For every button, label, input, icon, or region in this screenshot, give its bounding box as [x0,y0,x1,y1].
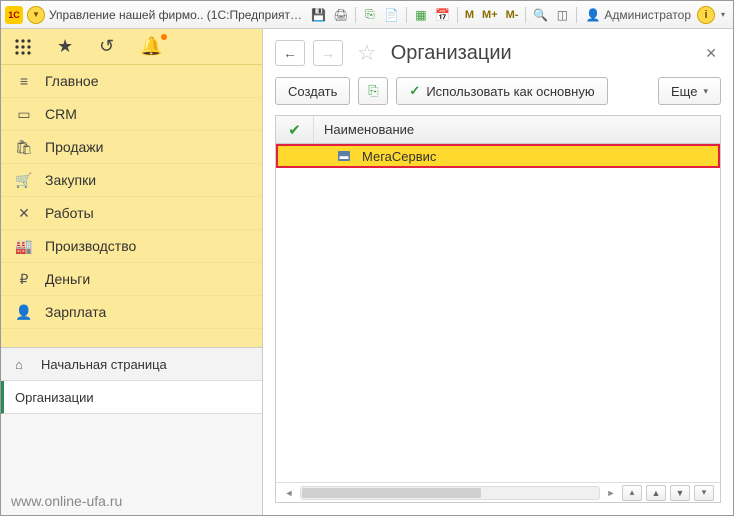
user-menu[interactable]: 👤 Администратор [581,8,695,22]
cart-icon: 🛒 [15,171,33,189]
sidebar-nav: ≡Главное ▭CRM 🛍Продажи 🛒Закупки ✕Работы … [1,65,262,329]
sidebar-item-salary[interactable]: 👤 Зарплата [1,296,262,329]
column-header-name[interactable]: Наименование [314,122,720,137]
copy-button[interactable]: ⎘ [358,77,388,105]
ruble-icon: ₽ [15,270,33,288]
scroll-left-icon[interactable]: ◄ [282,486,296,500]
scroll-right-icon[interactable]: ► [604,486,618,500]
tab-label: Организации [15,390,94,405]
sidebar-item-sales[interactable]: 🛍 Продажи [1,131,262,164]
favorite-star-icon[interactable]: ☆ [357,40,377,66]
tab-organizations[interactable]: Организации [1,381,262,414]
nav-forward-button[interactable]: → [313,40,343,66]
sidebar-item-label: Зарплата [45,304,106,320]
history-icon[interactable]: ↺ [99,36,114,57]
m-plus-button[interactable]: M+ [479,9,501,21]
list-icon: ≡ [15,72,33,90]
column-header-check[interactable]: ✔ [276,116,314,143]
person-icon: 👤 [15,303,33,321]
check-icon: ✓ [409,83,420,99]
page-title: Организации [391,42,512,65]
sidebar-item-purchases[interactable]: 🛒 Закупки [1,164,262,197]
nav-back-button[interactable]: ← [275,40,305,66]
calc-icon[interactable]: ▦ [411,5,431,25]
page-last-button[interactable]: ▾ [694,485,714,501]
m-minus-button[interactable]: M- [503,9,522,21]
sidebar-item-label: Продажи [45,139,103,155]
more-button[interactable]: Еще▾ [658,77,721,105]
favorites-star-icon[interactable]: ★ [57,36,73,57]
app-menu-dropdown[interactable]: ▼ [27,6,45,24]
compare-icon[interactable]: ⎘ [360,5,380,25]
main-area: ← → ☆ Организации ✕ Создать ⎘ ✓Использов… [263,29,733,515]
basket-icon: 🛍 [15,138,33,156]
sidebar-item-production[interactable]: 🏭 Производство [1,230,262,263]
print-icon[interactable]: 🖨 [331,5,351,25]
user-icon: 👤 [585,8,600,22]
user-label: Администратор [604,8,691,22]
page-down-button[interactable]: ▼ [670,485,690,501]
zoom-icon[interactable]: 🔍 [530,5,550,25]
create-button[interactable]: Создать [275,77,350,105]
horizontal-scrollbar[interactable] [300,486,600,500]
sidebar-item-money[interactable]: ₽ Деньги [1,263,262,296]
use-as-main-button[interactable]: ✓Использовать как основную [396,77,607,105]
logo-1c-icon: 1C [5,6,23,24]
page-first-button[interactable]: ▴ [622,485,642,501]
sidebar-item-label: Деньги [45,271,90,287]
tools-icon: ✕ [15,204,33,222]
titlebar: 1C ▼ Управление нашей фирмо.. (1С:Предпр… [1,1,733,29]
doc-icon[interactable]: 📄 [382,5,402,25]
factory-icon: 🏭 [15,237,33,255]
sidebar-item-label: CRM [45,106,77,122]
footer-url: www.online-ufa.ru [11,493,122,509]
caret-down-icon: ▾ [703,86,708,97]
info-icon[interactable]: i [697,6,715,24]
notification-dot-icon [161,34,167,40]
card-icon: ▭ [15,105,33,123]
row-name: МегаСервис [358,149,718,164]
calendar-icon[interactable]: 📅 [433,5,453,25]
collapse-icon[interactable]: ▬ [338,151,350,161]
window-icon[interactable]: ◫ [552,5,572,25]
page-up-button[interactable]: ▲ [646,485,666,501]
sidebar-item-label: Главное [45,73,99,89]
sidebar-item-label: Закупки [45,172,96,188]
app-title: Управление нашей фирмо.. (1С:Предприятие… [49,8,307,22]
tab-start-page[interactable]: ⌂ Начальная страница [1,348,262,381]
tab-label: Начальная страница [41,357,167,372]
sidebar-item-crm[interactable]: ▭ CRM [1,98,262,131]
sidebar-item-main[interactable]: ≡ Главное [1,65,262,98]
check-icon: ✔ [288,121,301,139]
apps-grid-icon[interactable] [15,39,31,55]
notifications-bell-icon[interactable]: 🔔 [140,36,162,57]
info-dropdown[interactable]: ▾ [717,5,729,25]
sidebar: ★ ↺ 🔔 ≡ Главное ▭ CRM 🛍 Продажи 🛒 Закупки ✕ Р… [1,29,263,515]
close-button[interactable]: ✕ [701,41,721,66]
sidebar-item-works[interactable]: ✕ Работы [1,197,262,230]
sidebar-item-label: Производство [45,238,136,254]
sidebar-item-label: Работы [45,205,94,221]
save-icon[interactable]: 💾 [309,5,329,25]
copy-icon: ⎘ [368,83,378,99]
m-button[interactable]: M [462,9,477,21]
home-icon: ⌂ [15,357,31,372]
data-grid: ✔ Наименование ▬ МегаСервис ◄ ► ▴ ▲ ▼ ▾ [275,115,721,503]
table-row[interactable]: ▬ МегаСервис [276,144,720,168]
